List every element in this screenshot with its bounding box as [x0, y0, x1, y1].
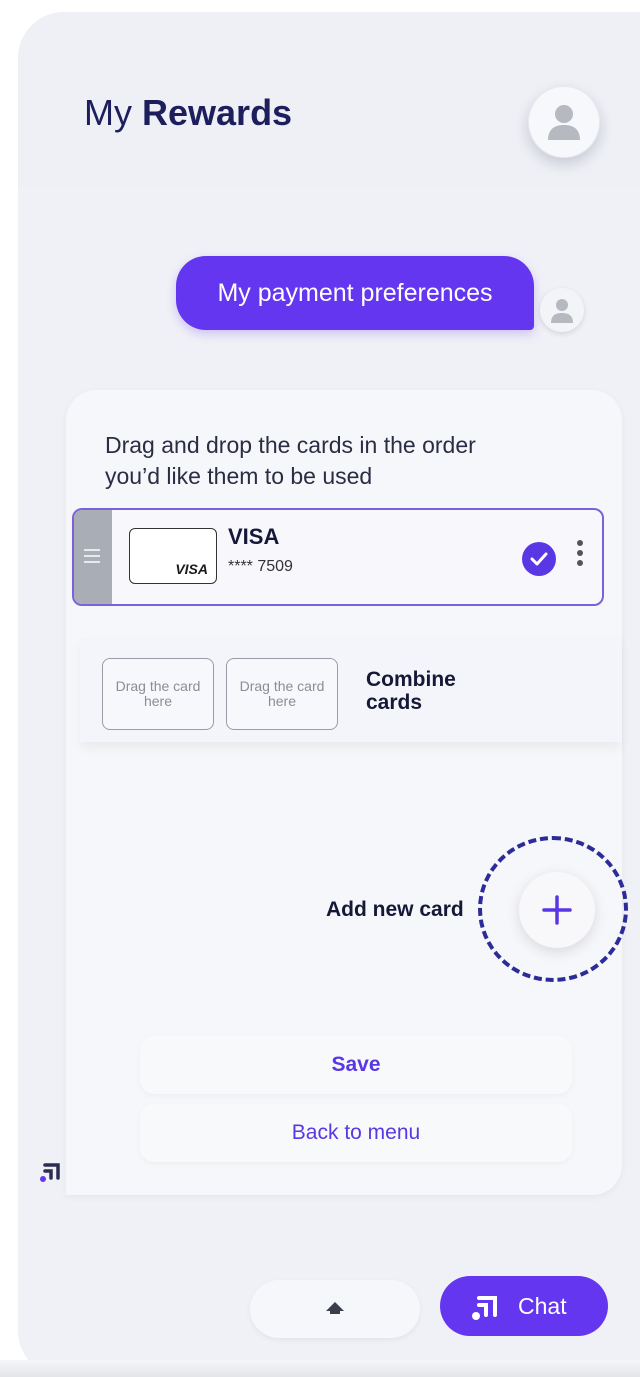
title-prefix: My — [84, 92, 132, 133]
user-avatar-icon — [551, 299, 573, 323]
visa-card-logo: VISA — [129, 528, 217, 584]
drop-slot-2[interactable]: Drag the card here — [226, 658, 338, 730]
user-message-avatar — [540, 288, 584, 332]
kebab-menu-icon[interactable] — [577, 540, 585, 570]
page-title: My Rewards — [84, 92, 292, 134]
chevron-up-icon — [326, 1302, 344, 1314]
profile-avatar[interactable] — [528, 86, 600, 158]
card-name: VISA — [228, 524, 280, 549]
card-row-visa[interactable]: VISA VISA **** 7509 — [72, 508, 604, 606]
save-button[interactable]: Save — [140, 1036, 572, 1094]
user-message-text: My payment preferences — [217, 278, 493, 307]
add-new-card-label: Add new card — [326, 898, 464, 921]
title-bold: Rewards — [142, 92, 293, 133]
highlight-ring — [478, 836, 628, 982]
chat-logo-icon — [40, 1163, 60, 1182]
card-number: **** 7509 — [228, 558, 293, 575]
drop-slot-1[interactable]: Drag the card here — [102, 658, 214, 730]
chat-button[interactable]: Chat — [440, 1276, 608, 1336]
bottom-bar — [0, 1360, 640, 1377]
back-to-menu-button[interactable]: Back to menu — [140, 1104, 572, 1162]
check-icon[interactable] — [522, 542, 556, 576]
user-avatar-icon — [548, 105, 580, 140]
combine-cards-row: Drag the card here Drag the card here Co… — [80, 638, 622, 742]
chat-button-label: Chat — [518, 1293, 567, 1319]
instruction-text: Drag and drop the cards in the order you… — [105, 432, 476, 489]
drag-handle-icon[interactable] — [74, 510, 112, 604]
chat-logo-icon — [472, 1296, 497, 1320]
visa-logo-text: VISA — [175, 561, 208, 577]
combine-cards-label: Combine cards — [366, 668, 456, 714]
scroll-up-button[interactable] — [250, 1280, 420, 1338]
user-message-bubble: My payment preferences — [176, 256, 534, 330]
